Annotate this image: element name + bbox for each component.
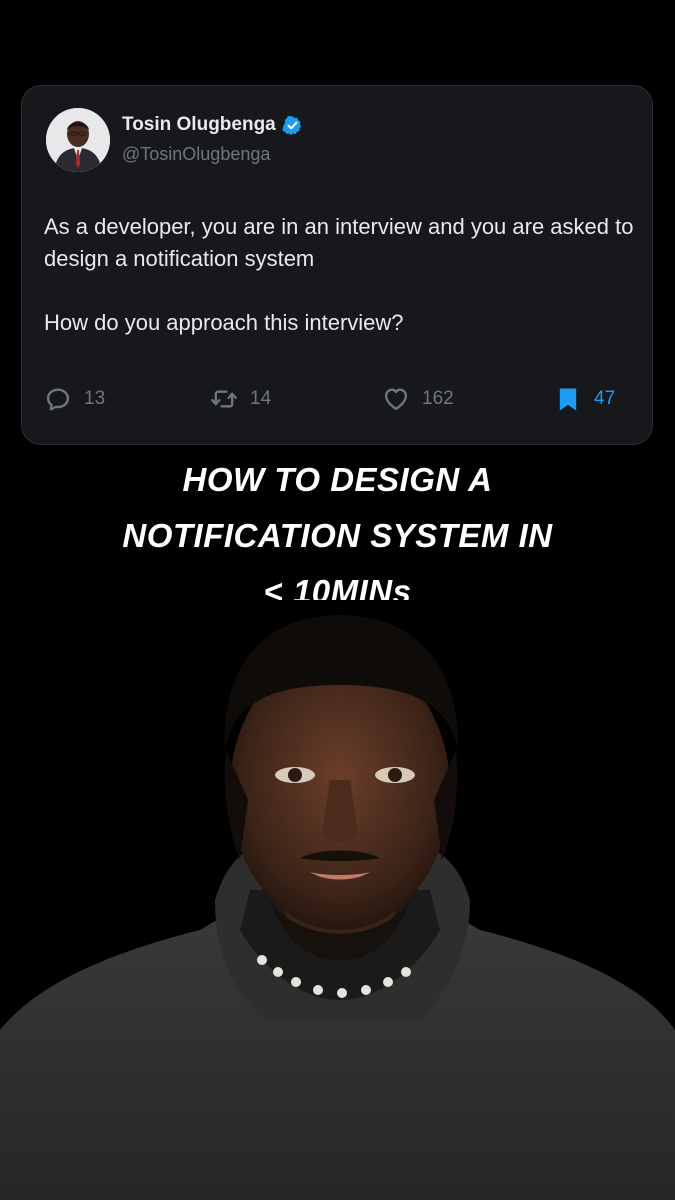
bookmark-button[interactable]: 47	[554, 384, 615, 414]
bookmark-count: 47	[594, 388, 616, 409]
retweet-icon	[211, 390, 237, 408]
headline-line: NOTIFICATION SYSTEM IN	[122, 517, 553, 554]
retweet-button[interactable]: 14	[210, 384, 271, 414]
author-row: Tosin Olugbenga	[122, 114, 303, 136]
presenter-image	[0, 600, 675, 1200]
tweet-text: As a developer, you are in an interview …	[44, 211, 634, 339]
retweet-count: 14	[250, 388, 272, 409]
like-count: 162	[422, 388, 454, 409]
headline-line: HOW TO DESIGN A	[182, 461, 493, 498]
reply-count: 13	[84, 388, 106, 409]
reply-icon	[46, 388, 70, 411]
tweet-paragraph: As a developer, you are in an interview …	[44, 214, 634, 271]
tweet-paragraph: How do you approach this interview?	[44, 310, 404, 335]
author-name[interactable]: Tosin Olugbenga	[122, 114, 276, 136]
video-headline: HOW TO DESIGN A NOTIFICATION SYSTEM IN <…	[0, 452, 675, 620]
like-button[interactable]: 162	[382, 384, 454, 414]
author-handle[interactable]: @TosinOlugbenga	[122, 144, 270, 165]
avatar-photo	[46, 108, 110, 172]
presenter-video	[0, 600, 675, 1200]
tweet-actions: 13 14 162 47	[44, 384, 634, 414]
verified-badge-icon	[282, 115, 301, 135]
avatar[interactable]	[46, 108, 110, 172]
heart-icon	[384, 388, 408, 411]
bookmark-icon	[559, 388, 577, 411]
reply-button[interactable]: 13	[44, 384, 105, 414]
tweet-card[interactable]: Tosin Olugbenga @TosinOlugbenga As a dev…	[21, 85, 653, 445]
